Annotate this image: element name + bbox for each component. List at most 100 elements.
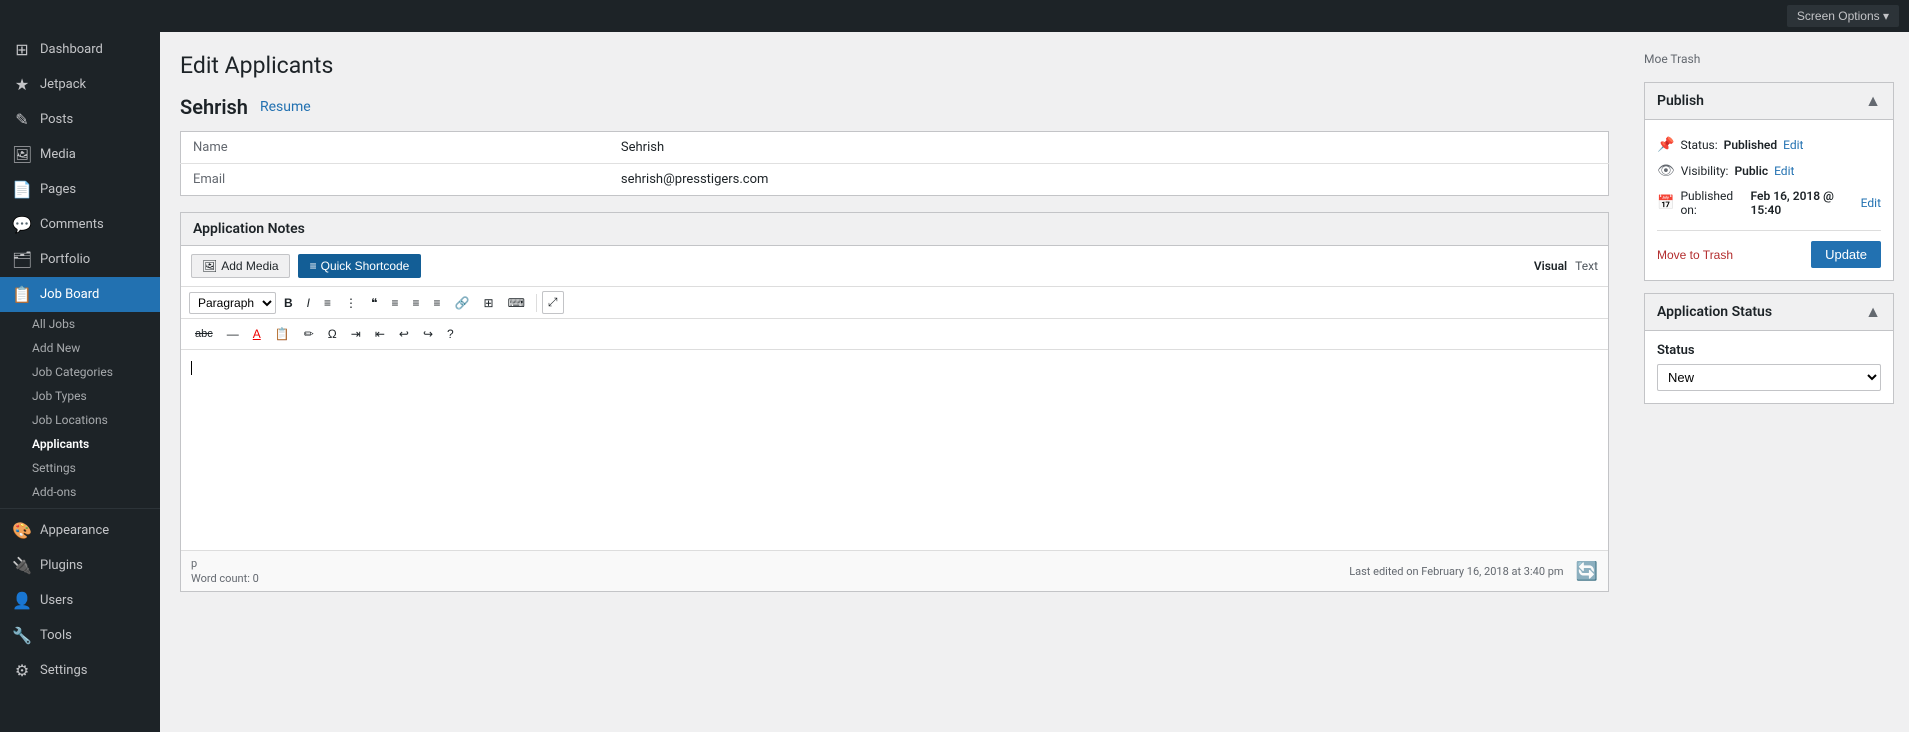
status-field-label: Status xyxy=(1657,343,1881,358)
editor-footer: p Word count: 0 Last edited on February … xyxy=(181,550,1608,591)
quick-shortcode-button[interactable]: ≡ Quick Shortcode xyxy=(298,254,422,278)
add-media-icon: 🖼 xyxy=(202,259,217,273)
align-right-button[interactable]: ≡ xyxy=(428,292,447,314)
sidebar-item-plugins[interactable]: 🔌 Plugins xyxy=(0,548,160,583)
posts-icon: ✎ xyxy=(12,110,32,129)
visibility-icon: 👁 xyxy=(1657,163,1675,179)
sidebar-label-job-board: Job Board xyxy=(40,287,99,302)
sidebar-sub-all-jobs[interactable]: All Jobs xyxy=(0,312,160,336)
comments-icon: 💬 xyxy=(12,215,32,234)
published-on-label: Published on: xyxy=(1680,189,1744,217)
resume-link[interactable]: Resume xyxy=(260,99,311,115)
sidebar-item-tools[interactable]: 🔧 Tools xyxy=(0,618,160,653)
shortcode-icon: ≡ xyxy=(310,259,317,273)
move-to-trash-button[interactable]: Move to Trash xyxy=(1657,248,1733,262)
sidebar-sub-add-new[interactable]: Add New xyxy=(0,336,160,360)
publish-toggle[interactable]: ▲ xyxy=(1865,91,1881,111)
format-separator xyxy=(536,294,537,312)
more-button[interactable]: ⌨ xyxy=(502,292,531,314)
application-status-title: Application Status xyxy=(1657,304,1772,320)
visual-tab[interactable]: Visual xyxy=(1534,259,1567,273)
tools-icon: 🔧 xyxy=(12,626,32,645)
blockquote-button[interactable]: ❝ xyxy=(365,292,383,314)
visibility-edit-link[interactable]: Edit xyxy=(1774,164,1794,178)
align-left-button[interactable]: ≡ xyxy=(386,292,405,314)
sidebar-label-dashboard: Dashboard xyxy=(40,42,103,57)
clear-format-button[interactable]: ✏ xyxy=(298,323,320,345)
expand-editor-button[interactable]: ⤢ xyxy=(542,291,564,314)
italic-button[interactable]: I xyxy=(301,292,316,314)
visibility-label: Visibility: xyxy=(1681,164,1729,178)
hr-button[interactable]: — xyxy=(221,323,245,345)
paragraph-select[interactable]: Paragraph xyxy=(189,292,276,314)
name-value: Sehrish xyxy=(609,132,1609,164)
sidebar-sub-job-categories[interactable]: Job Categories xyxy=(0,360,160,384)
sidebar-item-comments[interactable]: 💬 Comments xyxy=(0,207,160,242)
format-bar-row2: abc — A 📋 ✏ Ω ⇥ ⇤ ↩ ↪ ? xyxy=(181,319,1608,350)
sidebar-item-pages[interactable]: 📄 Pages xyxy=(0,172,160,207)
update-button[interactable]: Update xyxy=(1811,241,1881,268)
visibility-value: Public xyxy=(1734,164,1768,178)
status-edit-link[interactable]: Edit xyxy=(1783,138,1803,152)
refresh-icon[interactable]: 🔄 xyxy=(1576,561,1598,582)
redo-button[interactable]: ↪ xyxy=(417,323,439,345)
link-button[interactable]: 🔗 xyxy=(449,292,476,314)
sidebar-item-settings[interactable]: ⚙ Settings xyxy=(0,653,160,688)
published-edit-link[interactable]: Edit xyxy=(1861,196,1881,210)
sidebar-label-comments: Comments xyxy=(40,217,104,232)
sidebar-label-pages: Pages xyxy=(40,182,76,197)
publish-box-header: Publish ▲ xyxy=(1645,83,1893,120)
name-label: Name xyxy=(181,132,609,164)
publish-box-body: 📌 Status: Published Edit 👁 Visibility: P… xyxy=(1645,120,1893,280)
page-title: Edit Applicants xyxy=(180,52,1609,79)
bold-button[interactable]: B xyxy=(278,292,299,314)
published-date: Feb 16, 2018 @ 15:40 xyxy=(1751,189,1855,217)
help-button[interactable]: ? xyxy=(441,323,460,345)
email-value: sehrish@presstigers.com xyxy=(609,164,1609,196)
screen-options-button[interactable]: Screen Options xyxy=(1787,5,1899,27)
sidebar-label-settings: Settings xyxy=(40,663,87,678)
sidebar-sub-job-types[interactable]: Job Types xyxy=(0,384,160,408)
unordered-list-button[interactable]: ≡ xyxy=(318,292,337,314)
paste-from-word-button[interactable]: 📋 xyxy=(269,323,296,345)
sidebar-item-job-board[interactable]: 📋 Job Board xyxy=(0,277,160,312)
undo-button[interactable]: ↩ xyxy=(393,323,415,345)
table-button[interactable]: ⊞ xyxy=(478,292,500,314)
strikethrough-button[interactable]: abc xyxy=(189,324,219,344)
publish-date-row: 📅 Published on: Feb 16, 2018 @ 15:40 Edi… xyxy=(1657,184,1881,222)
sidebar-sub-job-locations[interactable]: Job Locations xyxy=(0,408,160,432)
users-icon: 👤 xyxy=(12,591,32,610)
text-tab[interactable]: Text xyxy=(1575,259,1598,273)
special-chars-button[interactable]: Ω xyxy=(322,323,343,345)
status-select[interactable]: New Reviewed Interview Hired Rejected xyxy=(1657,364,1881,391)
table-row-name: Name Sehrish xyxy=(181,132,1609,164)
editor-content-area[interactable] xyxy=(181,350,1608,550)
sidebar-item-appearance[interactable]: 🎨 Appearance xyxy=(0,513,160,548)
application-status-header: Application Status ▲ xyxy=(1645,294,1893,331)
sidebar-sub-add-ons[interactable]: Add-ons xyxy=(0,480,160,504)
indent-button[interactable]: ⇥ xyxy=(345,323,367,345)
jetpack-icon: ★ xyxy=(12,75,32,94)
outdent-button[interactable]: ⇤ xyxy=(369,323,391,345)
application-status-box: Application Status ▲ Status New Reviewed… xyxy=(1644,293,1894,404)
sidebar-item-portfolio[interactable]: 🗂 Portfolio xyxy=(0,242,160,277)
toolbar-left: 🖼 Add Media ≡ Quick Shortcode xyxy=(191,254,421,278)
align-center-button[interactable]: ≡ xyxy=(407,292,426,314)
sidebar-item-jetpack[interactable]: ★ Jetpack xyxy=(0,67,160,102)
add-media-button[interactable]: 🖼 Add Media xyxy=(191,254,290,278)
sidebar-sub-applicants[interactable]: Applicants xyxy=(0,432,160,456)
sidebar-item-media[interactable]: 🖼 Media xyxy=(0,137,160,172)
application-status-toggle[interactable]: ▲ xyxy=(1865,302,1881,322)
moe-trash-label: Moe Trash xyxy=(1644,52,1894,66)
sidebar-item-users[interactable]: 👤 Users xyxy=(0,583,160,618)
table-row-email: Email sehrish@presstigers.com xyxy=(181,164,1609,196)
publish-status-row: 📌 Status: Published Edit xyxy=(1657,132,1881,158)
appearance-icon: 🎨 xyxy=(12,521,32,540)
applicant-header: Sehrish Resume xyxy=(180,95,1609,119)
sidebar-item-dashboard[interactable]: ⊞ Dashboard xyxy=(0,32,160,67)
sidebar-sub-settings[interactable]: Settings xyxy=(0,456,160,480)
ordered-list-button[interactable]: ⋮ xyxy=(339,292,363,314)
text-color-button[interactable]: A xyxy=(247,323,267,345)
sidebar-item-posts[interactable]: ✎ Posts xyxy=(0,102,160,137)
status-value: Published xyxy=(1724,138,1777,152)
